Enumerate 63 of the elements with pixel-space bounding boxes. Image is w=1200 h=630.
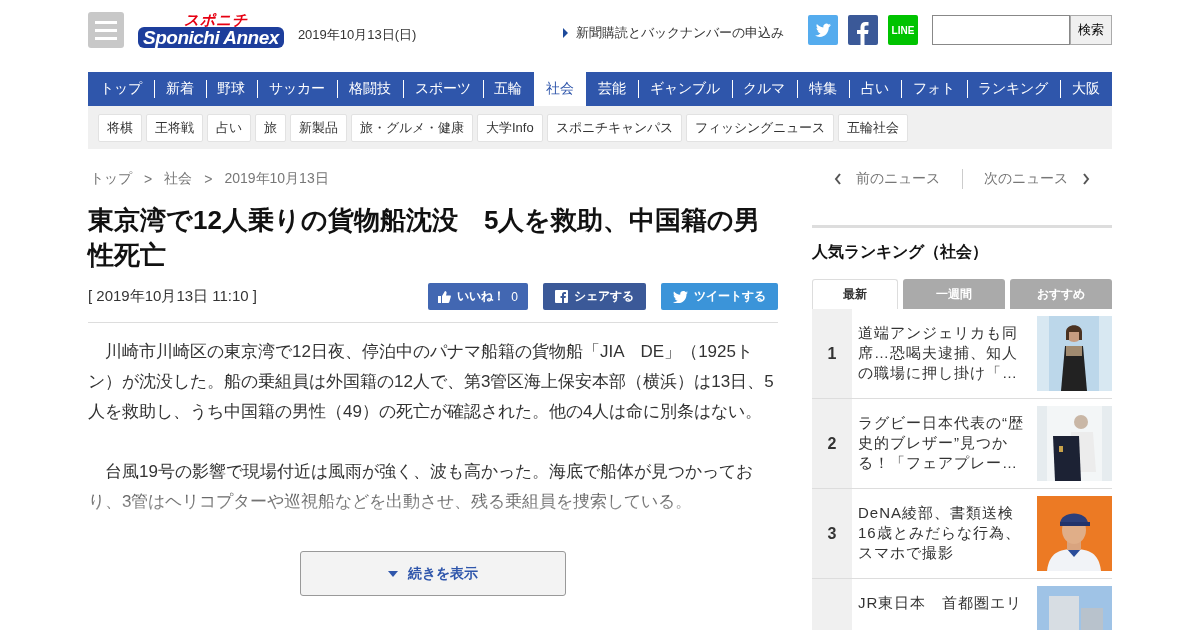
subcategory-link[interactable]: 五輪社会: [837, 114, 908, 142]
subcategory-link[interactable]: フィッシングニュース: [685, 114, 834, 142]
ranking-headline-link[interactable]: 道端アンジェリカも同席…恐喝夫逮捕、知人の職場に押し掛け「…: [852, 309, 1037, 398]
facebook-icon[interactable]: [848, 15, 878, 45]
chevron-left-icon: [833, 173, 842, 185]
nav-tab[interactable]: 五輪: [482, 72, 535, 106]
subcategory-link[interactable]: 大学Info: [477, 114, 543, 142]
subcategory-link[interactable]: 旅・グルメ・健康: [351, 114, 473, 142]
nav-tab[interactable]: 格闘技: [337, 72, 403, 106]
header-date: 2019年10月13日(日): [297, 26, 417, 44]
nav-tab[interactable]: 大阪: [1060, 72, 1112, 106]
article-title: 東京湾で12人乗りの貨物船沈没 5人を救助、中国籍の男性死亡: [88, 204, 762, 273]
subcategory-link[interactable]: スポニチキャンパス: [546, 114, 682, 142]
facebook-icon: [555, 290, 568, 304]
subcategory-link[interactable]: 新製品: [290, 114, 347, 142]
nav-tab[interactable]: ランキング: [966, 72, 1061, 106]
nav-tab[interactable]: フォト: [900, 72, 967, 106]
article-paragraph: 川崎市川崎区の東京湾で12日夜、停泊中のパナマ船籍の貨物船「JIA DE」（1925トン）が沈没した。船の乗組員は外国籍の12人で、第3管区海上保安本部（横浜）は13日、5人を救助し、うち中国籍の男性（49）の死亡が確認された。他の4人は命に別条はない。: [88, 341, 775, 424]
chevron-right-icon: [1082, 173, 1091, 185]
ranking-tab[interactable]: 最新: [812, 279, 898, 309]
thumbs-up-icon: [438, 290, 452, 303]
nav-tab[interactable]: スポーツ: [402, 72, 483, 106]
nav-tab[interactable]: 新着: [153, 72, 206, 106]
nav-tab[interactable]: 占い: [849, 72, 901, 106]
article-paragraph: 台風19号の影響で現場付近は風雨が強く、波も高かった。海底で船体が見つかっており、3管はヘリコプターや巡視船などを出動させ、残る乗組員を捜索している。: [88, 461, 754, 514]
subscribe-link[interactable]: 新聞購読とバックナンバーの申込み: [563, 24, 784, 42]
nav-tab[interactable]: サッカー: [257, 72, 337, 106]
facebook-share-button[interactable]: シェアする: [543, 283, 646, 311]
breadcrumb-item: 2019年10月13日: [224, 170, 329, 188]
twitter-icon: [673, 290, 688, 303]
rank-number: 1: [827, 344, 837, 363]
subcategory-link[interactable]: 将棋: [98, 114, 142, 142]
article-timestamp: [ 2019年10月13日 11:10 ]: [88, 287, 257, 307]
rank-number: 3: [827, 524, 837, 543]
breadcrumb-item[interactable]: 社会: [164, 170, 193, 188]
nav-tab[interactable]: ギャンブル: [637, 72, 732, 106]
subcategory-link[interactable]: 占い: [207, 114, 251, 142]
search-button[interactable]: 検索: [1070, 15, 1112, 45]
subcategory-link[interactable]: 旅: [255, 114, 286, 142]
nav-tab[interactable]: 芸能: [586, 72, 638, 106]
show-more-button[interactable]: 続きを表示: [300, 551, 566, 597]
nav-tab[interactable]: 野球: [205, 72, 258, 106]
rank-number: 2: [827, 434, 837, 453]
next-news-link[interactable]: 次のニュース: [962, 170, 1112, 188]
breadcrumb-separator: >: [204, 171, 213, 187]
twitter-icon[interactable]: [808, 15, 838, 45]
site-logo[interactable]: スポニチ Sponichi Annex: [138, 12, 284, 48]
nav-tab[interactable]: 社会: [534, 72, 586, 106]
subcategory-link[interactable]: 王将戦: [146, 114, 203, 142]
like-share-button[interactable]: いいね！ 0: [428, 283, 528, 311]
ranking-headline-link[interactable]: JR東日本 首都圏エリ: [852, 579, 1037, 630]
nav-tab[interactable]: 特集: [797, 72, 849, 106]
caret-icon: [388, 570, 398, 577]
breadcrumb-separator: >: [144, 171, 153, 187]
breadcrumb-item[interactable]: トップ: [90, 170, 132, 188]
ranking-headline-link[interactable]: ラグビー日本代表の“歴史的ブレザー”見つかる！「フェアプレー…: [852, 399, 1037, 488]
nav-tab[interactable]: トップ: [88, 72, 154, 106]
logo-top-text: スポニチ: [183, 12, 248, 27]
search-field[interactable]: [932, 15, 1070, 45]
previous-news-link[interactable]: 前のニュース: [812, 170, 962, 188]
nav-tab[interactable]: クルマ: [731, 72, 798, 106]
logo-text: Sponichi Annex: [138, 27, 284, 48]
ranking-headline-link[interactable]: DeNA綾部、書類送検 16歳とみだらな行為、スマホで撮影: [852, 489, 1037, 578]
